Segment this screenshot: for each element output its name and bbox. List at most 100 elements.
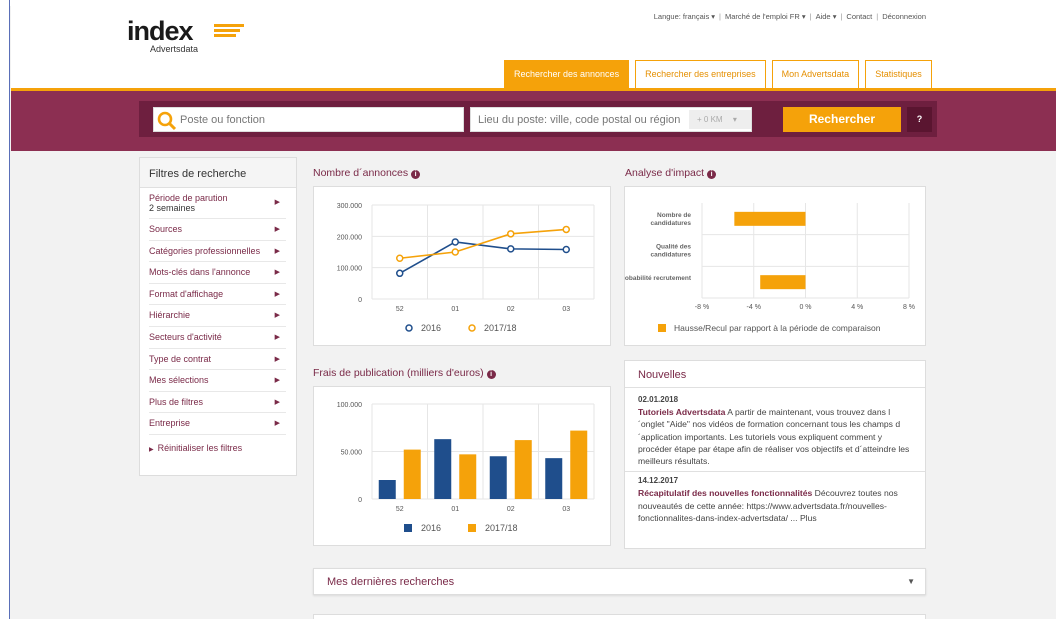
filter-label: Plus de filtres [149,396,204,407]
legend-marker [658,324,666,332]
news-item: 02.01.2018 Tutoriels Advertsdata A parti… [625,388,925,467]
legend-marker [404,524,412,532]
filter-item[interactable]: Hiérarchie ▶ [149,305,286,327]
filter-label: Type de contrat [149,353,212,364]
reset-filters-link[interactable]: ▶ Réinitialiser les filtres [149,443,296,453]
radius-value: + 0 KM [697,115,723,124]
filter-item[interactable]: Type de contrat ▶ [149,349,286,371]
logout-link[interactable]: Déconnexion [882,12,926,21]
chevron-right-icon: ▶ [274,247,280,255]
info-icon[interactable]: i [486,370,496,379]
filter-label: Sources [149,224,183,234]
frais-title: Frais de publication (milliers d'euros) i [313,367,496,379]
chevron-right-icon: ▶ [274,226,280,233]
legend-label: Hausse/Recul par rapport à la période de… [674,323,881,333]
bar-2017-18 [459,454,477,499]
x-tick-label: 01 [451,306,459,313]
filter-item[interactable]: Sources ▶ [149,219,286,241]
x-tick-label: 03 [562,306,570,313]
x-tick-label: 02 [507,306,515,313]
y-tick-label: 300.000 [337,203,362,210]
legend-label: 2016 [421,323,441,333]
x-tick-label: 01 [451,506,459,513]
legend-label: 2017/18 [484,323,517,333]
chevron-right-icon: ▶ [274,199,280,206]
chevron-right-icon: ▶ [274,398,280,406]
news-title: Nouvelles [625,361,925,388]
x-tick-label: 52 [396,506,404,513]
chevron-right-icon: ▶ [274,290,280,298]
chevron-right-icon: ▶ [274,377,280,385]
filter-item[interactable]: Catégories professionnelles ▶ [149,241,286,263]
filter-item-periode[interactable]: Période de parution 2 semaines ▶ [149,188,286,219]
frais-bar-chart: 100.000 50.000 0 52 01 02 03 2016 2017/18 [337,402,595,533]
info-icon[interactable]: i [411,170,421,179]
impact-bar-chart: -8 % -4 % 0 % 4 % 8 % Nombre de candidatures Qu… [618,203,915,333]
news-panel: Nouvelles 02.01.2018 Tutoriels Advertsda… [624,360,926,549]
filter-item[interactable]: Plus de filtres ▶ [149,392,286,414]
bar-2016 [378,480,396,499]
data-point [507,230,515,238]
market-menu[interactable]: Marché de l'emploi FR ▾ [725,12,806,21]
job-search-input[interactable]: Poste ou fonction [153,107,464,132]
top-links: Langue: français ▾ | Marché de l'emploi FR… [654,12,926,21]
x-tick-label: 8 % [903,304,915,311]
language-menu[interactable]: Langue: français ▾ [654,12,715,21]
bar-2016 [434,439,452,499]
news-headline[interactable]: Tutoriels Advertsdata [638,407,725,417]
chevron-right-icon: ▶ [274,420,280,428]
bar-2017-18 [570,430,588,499]
filter-item[interactable]: Mots-clés dans l'annonce ▶ [149,262,286,284]
x-tick-label: -8 % [695,304,709,311]
annonces-line-chart: 300.000 200.000 100.000 0 52 01 02 03 2016 2017/1… [337,203,595,333]
filter-item[interactable]: Format d'affichage ▶ [149,284,286,306]
data-point [562,225,570,234]
impact-title-text: Analyse d'impact [625,167,705,179]
data-point [507,245,515,253]
contact-link[interactable]: Contact [846,12,872,21]
y-tick-label: 0 [358,297,362,304]
news-headline[interactable]: Récapitulatif des nouvelles fonctionnali… [638,488,812,498]
help-button[interactable]: ? [907,107,932,132]
chevron-right-icon: ▶ [274,269,280,277]
location-placeholder: Lieu du poste: ville, code postal ou rég… [478,114,681,126]
main-tabs: Rechercher des annonces Rechercher des e… [504,60,932,88]
filter-item[interactable]: Secteurs d'activité ▶ [149,327,286,349]
window-left-edge [0,0,10,619]
chevron-right-icon: ▶ [274,333,280,341]
tab-search-ads[interactable]: Rechercher des annonces [504,60,630,88]
filter-value: 2 semaines [149,203,196,213]
y-tick-label: 100.000 [337,266,362,273]
data-point [562,245,570,254]
radius-select[interactable]: + 0 KM ▾ [689,110,751,129]
help-menu[interactable]: Aide ▾ [816,12,837,21]
bar-2016 [545,458,563,499]
filter-label: Catégories professionnelles [149,245,261,256]
chevron-down-icon: ▾ [732,115,737,124]
caret-right-icon: ▶ [149,446,154,453]
data-point [451,238,459,246]
tab-statistics[interactable]: Statistiques [865,60,932,88]
separator: | [840,12,843,21]
location-input[interactable]: Lieu du poste: ville, code postal ou rég… [470,107,752,132]
impact-bar [760,275,806,290]
filters-panel: Filtres de recherche Période de parution… [139,157,297,476]
filter-label: Entreprise [149,418,191,429]
filter-item[interactable]: Entreprise ▶ [149,413,286,435]
info-icon[interactable]: i [707,170,717,179]
annonces-title: Nombre d´annonces i [313,167,421,179]
x-tick-label: -4 % [747,304,761,311]
accordion-label: Mes dernières recherches [327,576,455,588]
bar-2016 [489,456,507,499]
search-button[interactable]: Rechercher [783,107,901,132]
impact-title: Analyse d'impact i [625,167,717,179]
bar-2017-18 [403,449,421,499]
filter-item[interactable]: Mes sélections ▶ [149,370,286,392]
chevron-right-icon: ▶ [274,355,280,363]
filter-label: Mes sélections [149,375,209,386]
news-date: 14.12.2017 [638,476,679,486]
tab-my-advertsdata[interactable]: Mon Advertsdata [771,60,860,88]
recent-searches-accordion[interactable]: Mes dernières recherches ▼ [313,568,926,595]
logo[interactable]: index Advertsdata [127,18,244,54]
tab-search-companies[interactable]: Rechercher des entreprises [635,60,766,88]
